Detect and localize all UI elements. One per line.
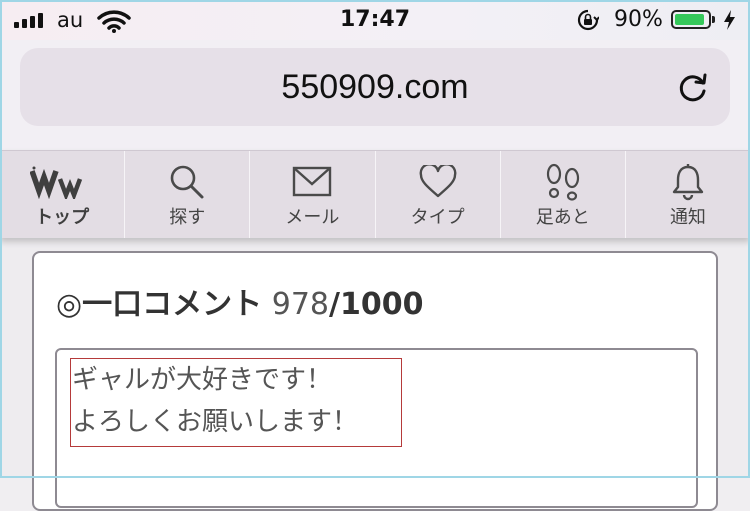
comment-char-count: 978 xyxy=(271,287,329,322)
url-text: 550909.com xyxy=(281,68,469,106)
mail-icon xyxy=(293,166,332,197)
charging-bolt-icon xyxy=(724,10,735,30)
status-bar: au 17:47 90% xyxy=(0,0,750,40)
nav-item-notifications[interactable]: 通知 xyxy=(626,151,750,238)
comment-textarea[interactable]: ギャルが大好きです！ よろしくお願いします！ xyxy=(55,348,698,508)
nav-label-top: トップ xyxy=(35,207,90,228)
heart-icon xyxy=(419,165,457,198)
nav-item-footprints[interactable]: 足あと xyxy=(501,151,626,238)
comment-title-label: ◎一口コメント xyxy=(56,287,263,322)
nav-item-mail[interactable]: メール xyxy=(250,151,376,238)
rotation-lock-icon xyxy=(577,9,599,31)
footprints-icon xyxy=(546,163,579,201)
comment-card: ◎一口コメント 978/1000 ギャルが大好きです！ よろしくお願いします！ xyxy=(32,251,718,511)
nav-label-mail: メール xyxy=(285,207,340,228)
nav-item-search[interactable]: 探す xyxy=(125,151,251,238)
nav-item-top[interactable]: トップ xyxy=(0,151,126,238)
comment-text: ギャルが大好きです！ よろしくお願いします！ xyxy=(72,365,359,437)
battery-percentage: 90% xyxy=(614,7,663,32)
battery-icon xyxy=(671,10,715,29)
ww-logo-icon xyxy=(30,166,83,199)
comment-title: ◎一口コメント 978/1000 xyxy=(56,279,423,323)
nav-label-type: タイプ xyxy=(410,207,465,228)
nav-label-footprints: 足あと xyxy=(535,207,590,228)
nav-item-type[interactable]: タイプ xyxy=(376,151,501,238)
nav-label-search: 探す xyxy=(169,207,206,228)
browser-chrome: 550909.com xyxy=(0,40,750,150)
nav-label-notifications: 通知 xyxy=(669,207,706,228)
main-nav: トップ 探す メール タイプ 足あと 通知 xyxy=(0,150,750,238)
address-bar[interactable]: 550909.com xyxy=(20,48,730,126)
search-icon xyxy=(170,165,204,199)
comment-char-max: /1000 xyxy=(329,287,424,322)
page-content: ◎一口コメント 978/1000 ギャルが大好きです！ よろしくお願いします！ xyxy=(0,237,750,511)
reload-icon[interactable] xyxy=(676,71,710,105)
bell-icon xyxy=(672,164,704,201)
